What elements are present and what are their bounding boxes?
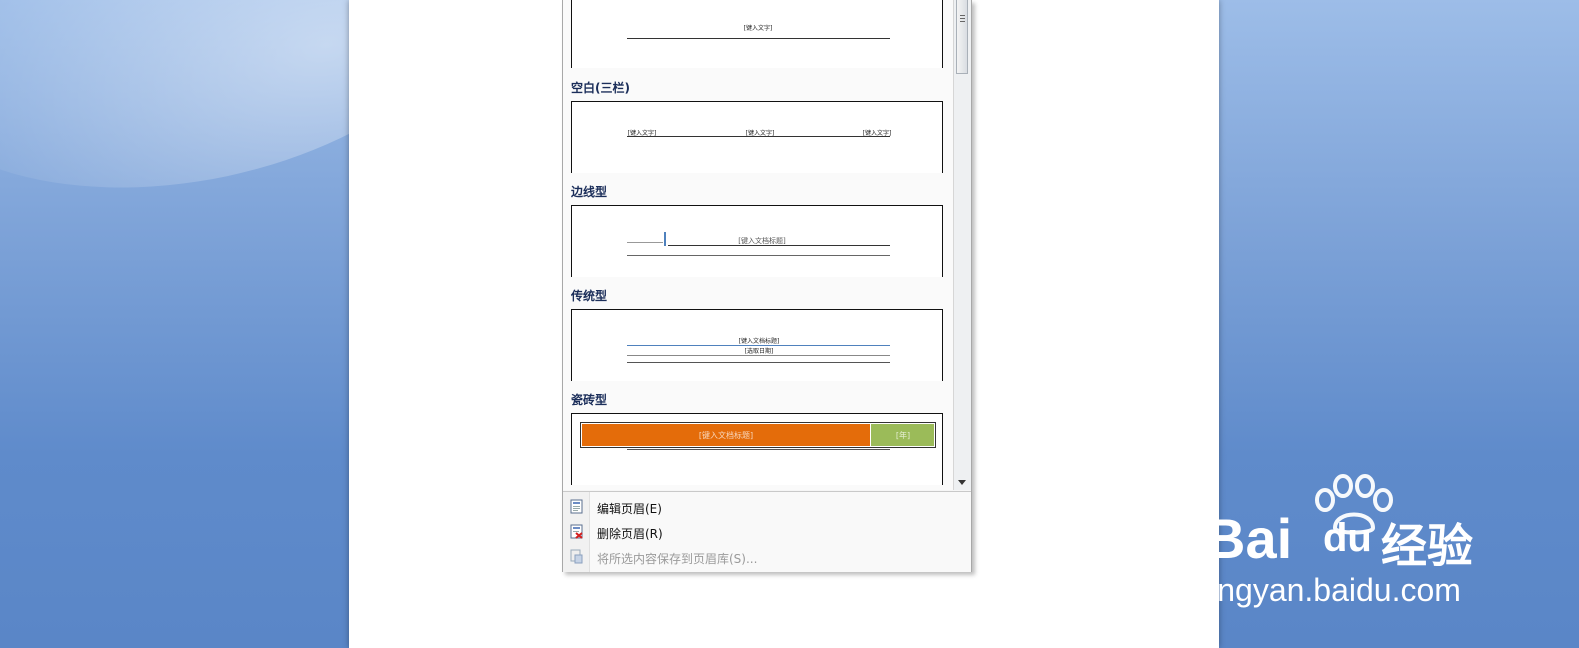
header-preview-sideline[interactable]: [键入文档标题] xyxy=(571,205,943,277)
preview-date: [选取日期] xyxy=(744,348,774,355)
scrollbar-thumb[interactable] xyxy=(956,0,968,74)
scroll-down-arrow-icon[interactable] xyxy=(958,480,966,485)
category-sideline: 边线型 xyxy=(571,185,608,199)
edit-header-menu-item[interactable]: 编辑页眉(E) xyxy=(563,495,971,519)
category-tiles: 瓷砖型 xyxy=(571,393,608,407)
header-preview-blank[interactable]: [键入文字] xyxy=(571,0,943,68)
header-preview-traditional[interactable]: [键入文档标题] [选取日期] xyxy=(571,309,943,381)
gallery-menu: 编辑页眉(E) 删除页眉(R) 将所选内容保存到页眉库(S)... xyxy=(563,491,971,572)
watermark-brand-suffix: du xyxy=(1323,516,1372,560)
save-selection-to-gallery-menu-item: 将所选内容保存到页眉库(S)... xyxy=(563,545,971,569)
category-blank-three-columns: 空白(三栏) xyxy=(571,81,630,95)
watermark-brand: Bai xyxy=(1205,507,1293,570)
save-to-gallery-icon xyxy=(570,549,583,564)
tile-year-block: [年] xyxy=(871,424,934,446)
edit-header-icon xyxy=(570,499,583,514)
preview-text: [键入文字] xyxy=(743,25,773,32)
header-preview-tiles[interactable]: [键入文档标题] [年] xyxy=(571,413,943,485)
edit-header-label: 编辑页眉(E) xyxy=(597,502,662,516)
header-gallery-dropdown[interactable]: [键入文字] 空白(三栏) [键入文字] [键入文字] [键入文字] 边线型 [… xyxy=(562,0,972,572)
gallery-list[interactable]: [键入文字] 空白(三栏) [键入文字] [键入文字] [键入文字] 边线型 [… xyxy=(563,0,953,490)
remove-header-icon xyxy=(570,524,583,539)
tile-title-block: [键入文档标题] xyxy=(582,424,870,446)
vertical-scrollbar[interactable] xyxy=(953,0,971,490)
preview-title: [键入文档标题] xyxy=(738,338,780,345)
header-preview-blank-three-columns[interactable]: [键入文字] [键入文字] [键入文字] xyxy=(571,101,943,173)
baidu-watermark: Bai du 经验 jingyan.baidu.com xyxy=(1203,470,1495,610)
save-to-gallery-label: 将所选内容保存到页眉库(S)... xyxy=(597,552,758,566)
remove-header-menu-item[interactable]: 删除页眉(R) xyxy=(563,520,971,544)
watermark-url: jingyan.baidu.com xyxy=(1203,572,1461,608)
remove-header-label: 删除页眉(R) xyxy=(597,527,663,541)
watermark-cn: 经验 xyxy=(1381,520,1473,572)
category-traditional: 传统型 xyxy=(571,289,608,303)
